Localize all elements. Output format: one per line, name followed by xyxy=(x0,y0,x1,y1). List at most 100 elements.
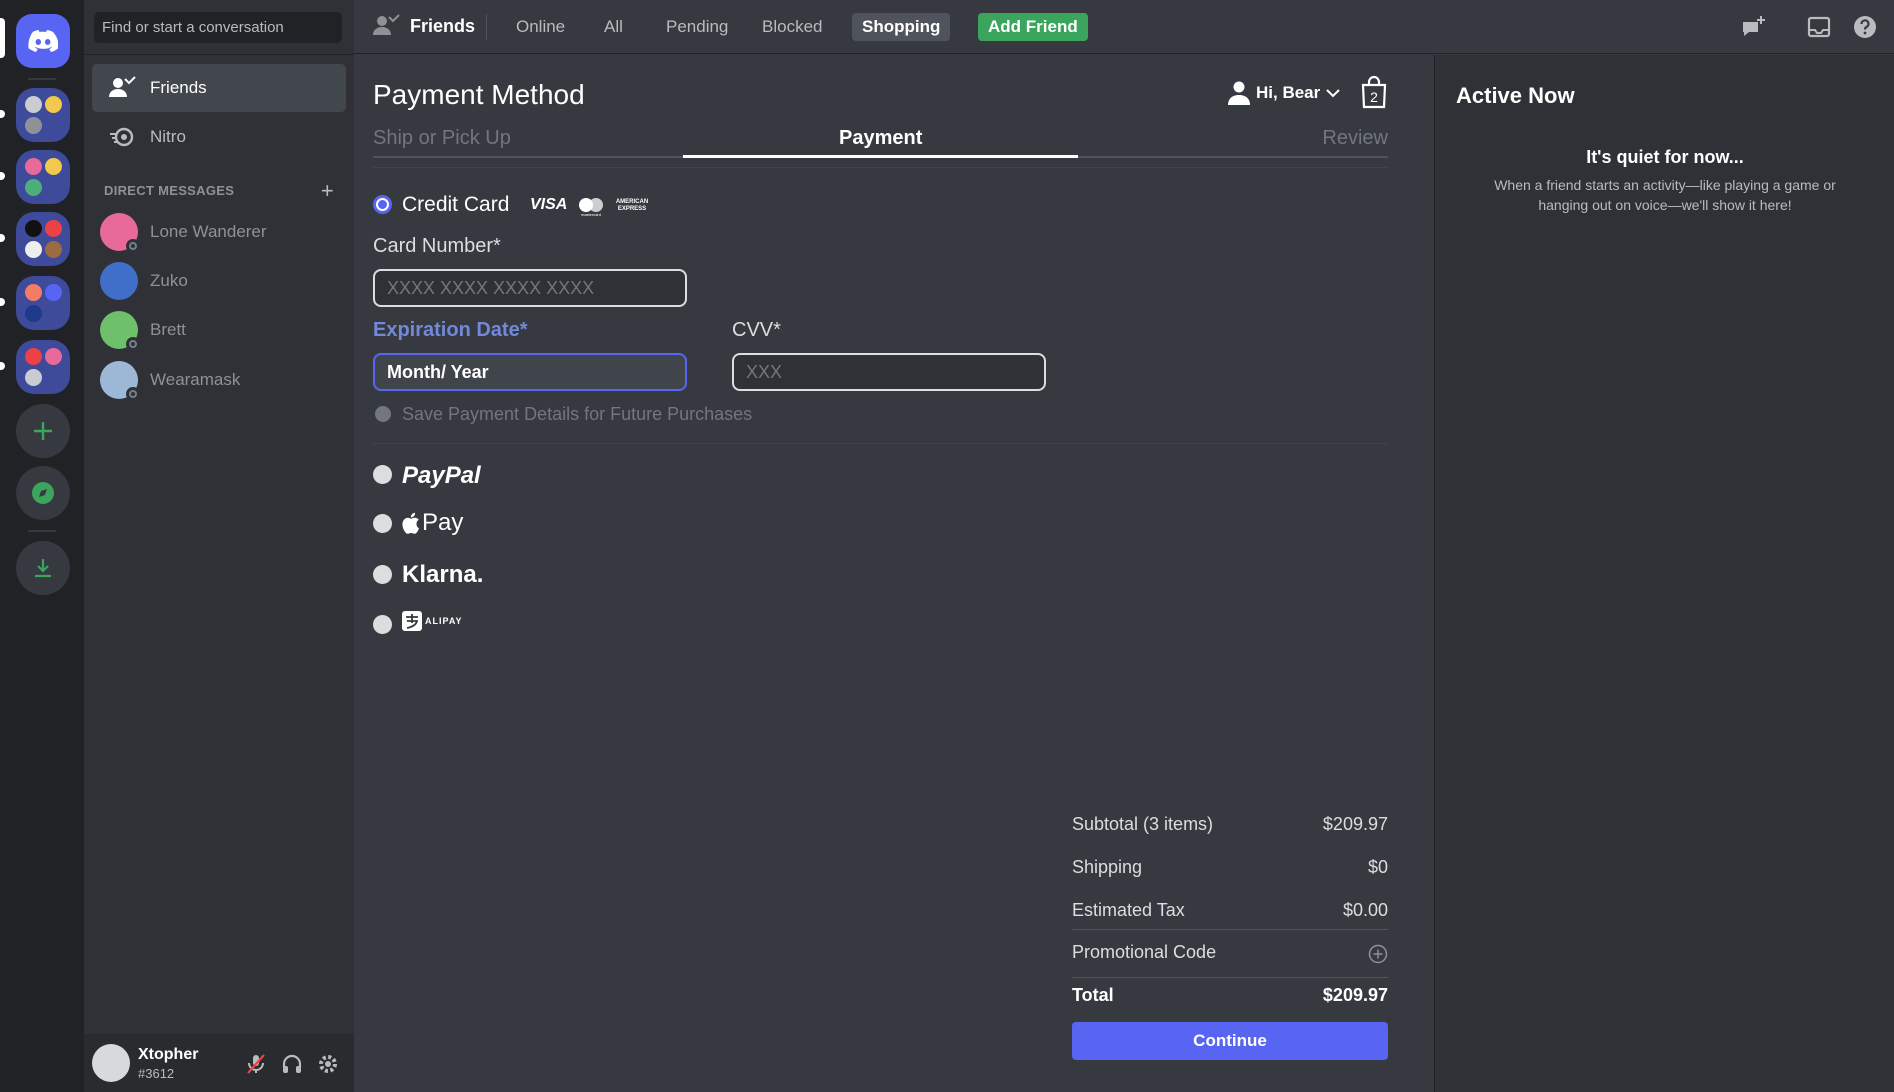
status-offline-icon xyxy=(126,387,140,401)
home-button[interactable] xyxy=(16,14,70,68)
save-payment-label: Save Payment Details for Future Purchase… xyxy=(402,404,753,424)
summary-value: $209.97 xyxy=(1322,985,1388,1005)
steps-progress-fill xyxy=(683,155,1078,158)
server-folder-3[interactable] xyxy=(16,212,70,266)
server-folder-2[interactable] xyxy=(16,150,70,204)
divider xyxy=(84,54,354,55)
checkout-steps: Ship or Pick Up Payment Review xyxy=(373,127,1388,159)
expiration-date-input[interactable]: Month/ Year xyxy=(373,353,687,391)
download-apps-button[interactable] xyxy=(16,541,70,595)
tab-pending[interactable]: Pending xyxy=(656,13,738,41)
discord-app: Find or start a conversation Friends Nit… xyxy=(0,0,1894,1092)
divider xyxy=(1072,929,1388,930)
sidebar-item-label: Friends xyxy=(150,78,207,97)
summary-promo-code[interactable]: Promotional Code xyxy=(1072,942,1388,964)
channel-sidebar: Find or start a conversation Friends Nit… xyxy=(84,0,354,1092)
compass-icon xyxy=(32,482,54,504)
server-folder-1[interactable] xyxy=(16,88,70,142)
summary-value: $0 xyxy=(1367,857,1388,877)
direct-messages-label: DIRECT MESSAGES xyxy=(104,183,235,198)
step-ship-or-pick-up[interactable]: Ship or Pick Up xyxy=(373,127,511,150)
dm-item[interactable]: Zuko xyxy=(92,258,346,304)
rail-separator xyxy=(28,78,56,80)
save-payment-checkbox[interactable] xyxy=(375,406,391,422)
active-now-panel: Active Now It's quiet for now... When a … xyxy=(1434,55,1894,1092)
inbox-icon[interactable] xyxy=(1806,14,1832,40)
nitro-icon xyxy=(110,127,134,147)
search-input[interactable]: Find or start a conversation xyxy=(94,12,342,43)
mute-microphone-icon[interactable] xyxy=(244,1052,268,1076)
summary-value: $209.97 xyxy=(1322,814,1388,834)
explore-servers-button[interactable] xyxy=(16,466,70,520)
gear-icon[interactable] xyxy=(316,1052,340,1076)
apple-icon xyxy=(402,512,419,534)
plus-icon xyxy=(34,422,52,440)
page-title: Payment Method xyxy=(373,79,585,110)
user-panel: Xtopher #3612 xyxy=(84,1034,354,1092)
sidebar-item-nitro[interactable]: Nitro xyxy=(92,113,346,161)
visa-logo-icon: VISA xyxy=(530,196,568,213)
greeting-label: Hi, Bear xyxy=(1256,83,1321,102)
add-circle-icon[interactable] xyxy=(1368,944,1388,964)
unread-indicator xyxy=(0,172,5,180)
add-friend-button[interactable]: Add Friend xyxy=(978,13,1088,41)
tab-shopping[interactable]: Shopping xyxy=(852,13,951,41)
sidebar-item-friends[interactable]: Friends xyxy=(92,64,346,112)
selected-indicator xyxy=(0,18,5,58)
summary-label: Estimated Tax xyxy=(1072,900,1185,920)
klarna-radio[interactable] xyxy=(373,565,392,584)
apple-pay-text: Pay xyxy=(422,509,464,536)
create-dm-plus-icon[interactable]: + xyxy=(321,178,334,204)
unread-indicator xyxy=(0,298,5,306)
amex-logo-icon: AMERICAN EXPRESS xyxy=(615,199,649,212)
continue-button[interactable]: Continue xyxy=(1072,1022,1388,1060)
server-folder-5[interactable] xyxy=(16,340,70,394)
credit-card-label: Credit Card xyxy=(402,193,510,216)
alipay-icon xyxy=(402,611,422,631)
expiration-date-label: Expiration Date* xyxy=(373,319,528,341)
account-menu[interactable]: Hi, Bear xyxy=(1228,81,1340,105)
download-icon xyxy=(35,559,51,578)
user-icon xyxy=(1228,81,1250,105)
step-payment[interactable]: Payment xyxy=(839,127,922,150)
step-review[interactable]: Review xyxy=(1322,127,1388,150)
divider xyxy=(1072,977,1388,978)
tab-all[interactable]: All xyxy=(594,13,633,41)
headphones-icon[interactable] xyxy=(280,1052,304,1076)
user-avatar[interactable] xyxy=(92,1044,130,1082)
dm-name: Wearamask xyxy=(150,370,241,389)
divider xyxy=(486,14,487,40)
mastercard-wordmark: mastercard xyxy=(580,212,601,217)
new-group-dm-icon[interactable] xyxy=(1740,14,1766,40)
summary-subtotal: Subtotal (3 items) $209.97 xyxy=(1072,814,1388,835)
discord-logo-icon xyxy=(28,30,58,52)
dm-name: Lone Wanderer xyxy=(150,222,267,241)
unread-indicator xyxy=(0,110,5,118)
active-now-empty-description: When a friend starts an activity—like pl… xyxy=(1494,177,1836,213)
alipay-radio[interactable] xyxy=(373,615,392,634)
card-number-input[interactable]: XXXX XXXX XXXX XXXX xyxy=(373,269,687,307)
card-number-label: Card Number* xyxy=(373,235,501,257)
friends-icon xyxy=(109,76,136,97)
mastercard-logo-icon: mastercard xyxy=(577,197,605,219)
apple-pay-radio[interactable] xyxy=(373,514,392,533)
summary-label: Subtotal (3 items) xyxy=(1072,814,1214,834)
paypal-radio[interactable] xyxy=(373,465,392,484)
help-icon[interactable] xyxy=(1852,14,1878,40)
dm-item[interactable]: Lone Wanderer xyxy=(92,209,346,255)
cvv-input[interactable]: XXX xyxy=(732,353,1046,391)
tab-online[interactable]: Online xyxy=(506,13,575,41)
sidebar-item-label: Nitro xyxy=(150,127,186,146)
summary-value: $0.00 xyxy=(1342,900,1388,920)
add-server-button[interactable] xyxy=(16,404,70,458)
tab-blocked[interactable]: Blocked xyxy=(752,13,832,41)
friends-icon xyxy=(373,14,400,35)
credit-card-radio[interactable] xyxy=(373,195,392,214)
dm-item[interactable]: Wearamask xyxy=(92,357,346,403)
klarna-logo: Klarna. xyxy=(402,561,484,588)
server-folder-4[interactable] xyxy=(16,276,70,330)
shopping-bag-button[interactable]: 2 xyxy=(1360,75,1388,109)
summary-tax: Estimated Tax $0.00 xyxy=(1072,900,1388,921)
dm-item[interactable]: Brett xyxy=(92,307,346,353)
unread-indicator xyxy=(0,234,5,242)
